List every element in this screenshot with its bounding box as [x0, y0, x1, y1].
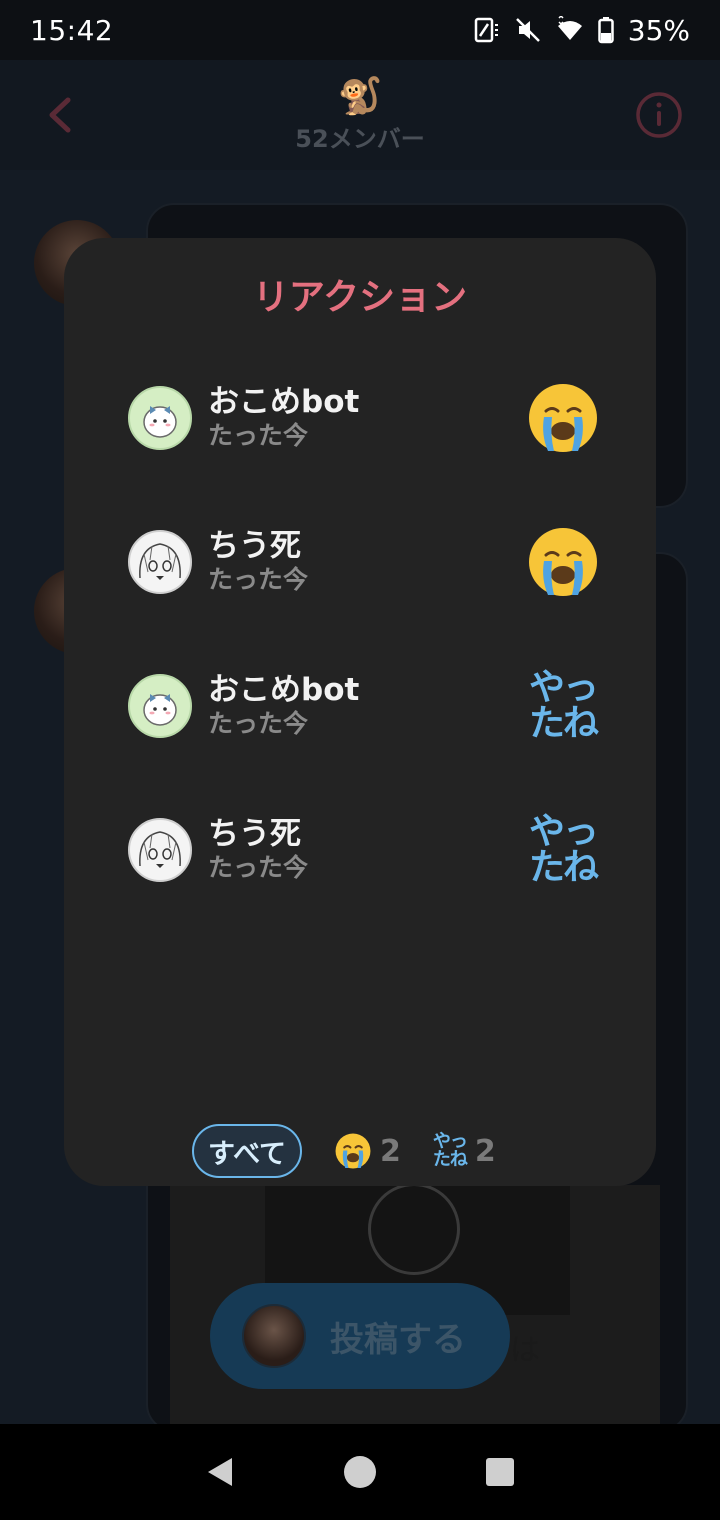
chat-header: 🐒 52メンバー	[0, 60, 720, 170]
info-icon[interactable]	[634, 90, 684, 140]
yattane-line2: たね	[528, 847, 599, 888]
yattane-stamp-icon: やっ たね	[518, 670, 608, 742]
battery-percent: 35%	[627, 13, 690, 47]
reaction-row: おこめbot たった今	[128, 373, 608, 463]
crying-face-icon	[518, 525, 608, 599]
reaction-row: ちう死 たった今	[128, 517, 608, 607]
avatar	[128, 530, 192, 594]
monkey-icon: 🐒	[337, 75, 383, 117]
yattane-stamp: やっ たね	[528, 667, 599, 744]
status-bar: 15:42 35%	[0, 0, 720, 60]
user-info: ちう死 たった今	[208, 816, 518, 884]
post-button[interactable]: 投稿する	[210, 1283, 510, 1389]
user-name[interactable]: ちう死	[208, 528, 518, 564]
crying-face-icon	[335, 1133, 371, 1169]
message-text: は	[510, 1333, 540, 1368]
reaction-row: おこめbot たった今 やっ たね	[128, 661, 608, 751]
reaction-time: たった今	[208, 565, 309, 594]
user-name[interactable]: おこめbot	[208, 384, 518, 420]
mute-icon	[515, 18, 540, 42]
status-icons: 35%	[472, 14, 690, 47]
yattane-line1: やっ	[528, 667, 599, 708]
avatar	[128, 818, 192, 882]
battery-icon	[598, 17, 614, 44]
chiu-character-icon	[139, 831, 181, 868]
back-nav-icon[interactable]	[200, 1452, 240, 1492]
system-nav-bar	[0, 1424, 720, 1520]
yattane-count: 2	[474, 1133, 496, 1169]
home-nav-icon[interactable]	[340, 1452, 380, 1492]
cry-count: 2	[380, 1133, 401, 1169]
okome-character-icon	[143, 406, 177, 438]
reaction-time: たった今	[208, 421, 309, 450]
avatar	[128, 386, 192, 450]
recents-nav-icon[interactable]	[480, 1452, 520, 1492]
post-button-label: 投稿する	[330, 1319, 466, 1360]
status-time: 15:42	[30, 13, 114, 47]
yattane-line1: やっ	[528, 811, 599, 852]
reaction-time: たった今	[208, 709, 309, 738]
screen-rotate-icon	[474, 17, 498, 43]
play-icon[interactable]	[368, 1183, 460, 1275]
header-title: 🐒 52メンバー	[295, 75, 424, 154]
filter-all-tab[interactable]: すべて	[192, 1124, 303, 1178]
reaction-time: たった今	[208, 853, 309, 882]
crying-face-emoji	[529, 384, 597, 452]
yattane-stamp: やっ たね	[528, 811, 599, 888]
user-name[interactable]: ちう死	[208, 816, 518, 852]
avatar	[128, 674, 192, 738]
user-info: おこめbot たった今	[208, 384, 518, 452]
avatar	[242, 1304, 306, 1368]
user-info: ちう死 たった今	[208, 528, 518, 596]
member-count[interactable]: 52メンバー	[295, 119, 424, 154]
user-info: おこめbot たった今	[208, 672, 518, 740]
yattane-stamp-icon: やっ たね	[518, 814, 608, 886]
wifi-icon	[557, 16, 582, 40]
okome-character-icon	[143, 694, 177, 726]
yattane-stamp-icon: やっ たね	[432, 1133, 468, 1170]
reaction-row: ちう死 たった今 やっ たね	[128, 805, 608, 895]
filter-yattane-tab[interactable]: やっ たね 2	[433, 1133, 496, 1169]
user-name[interactable]: おこめbot	[208, 672, 518, 708]
crying-face-icon	[518, 381, 608, 455]
modal-title: リアクション	[252, 277, 468, 318]
crying-face-emoji	[529, 528, 597, 596]
back-icon[interactable]	[36, 90, 86, 140]
filter-cry-tab[interactable]: 2	[334, 1132, 401, 1170]
yattane-line2: たね	[432, 1149, 468, 1170]
reaction-modal: リアクション おこめbot たった今 ちう死 たった今 おこめbot たった今 …	[64, 238, 656, 1186]
chiu-character-icon	[139, 543, 181, 580]
reaction-filter-bar: すべて 2 やっ たね 2	[192, 1122, 532, 1180]
yattane-line2: たね	[528, 703, 599, 744]
